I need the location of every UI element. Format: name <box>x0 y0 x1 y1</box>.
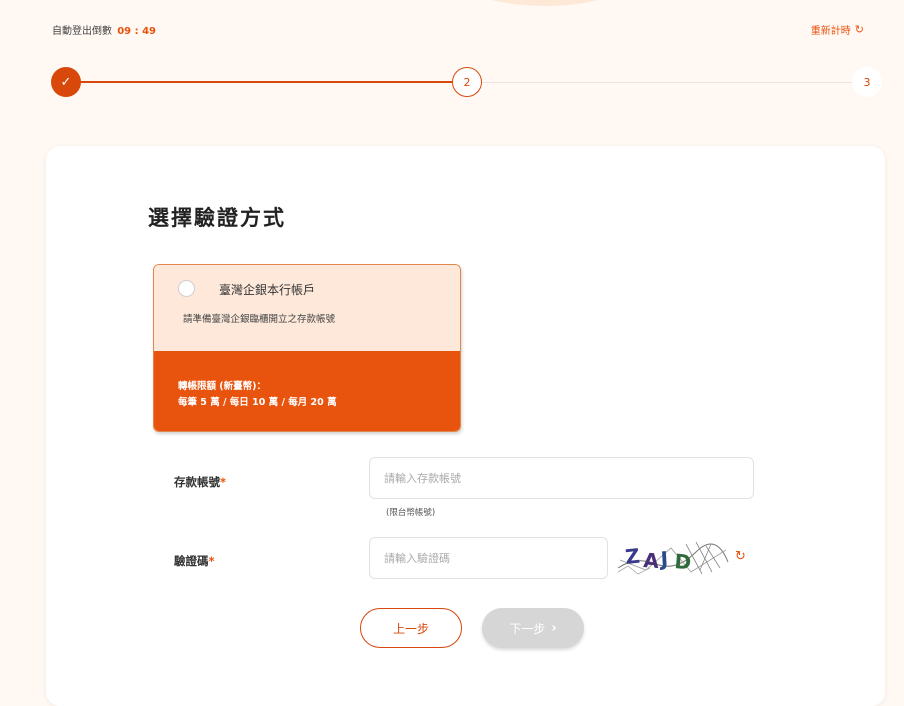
account-hint: (限台幣帳號) <box>386 508 436 518</box>
svg-text:D: D <box>674 549 693 574</box>
captcha-input[interactable] <box>369 537 608 579</box>
checkmark-icon: ✓ <box>60 74 72 90</box>
step-3-indicator: 3 <box>852 67 882 97</box>
auto-logout-timer: 自動登出倒數 09 : 49 <box>52 22 156 37</box>
svg-text:A: A <box>643 548 661 573</box>
option-name: 臺灣企銀本行帳戶 <box>219 283 316 297</box>
step-3-number: 3 <box>863 75 871 89</box>
required-mark: * <box>220 475 227 489</box>
option-limit-panel: 轉帳限額 (新臺幣)： 每筆 5 萬 / 每日 10 萬 / 每月 20 萬 <box>154 351 460 431</box>
account-input[interactable] <box>369 457 754 499</box>
stepper-line-pending <box>482 82 852 83</box>
svg-text:Z: Z <box>624 544 641 569</box>
captcha-refresh-icon[interactable]: ↻ <box>735 549 746 564</box>
prev-step-label: 上一步 <box>392 621 429 636</box>
step-1-indicator: ✓ <box>51 67 81 97</box>
reset-timer-button[interactable]: 重新計時 ↻ <box>811 22 864 37</box>
prev-step-button[interactable]: 上一步 <box>360 608 462 648</box>
reset-timer-label: 重新計時 <box>810 26 851 37</box>
timer-countdown: 09 : 49 <box>117 26 156 37</box>
svg-text:J: J <box>658 547 669 571</box>
header-decoration <box>440 0 650 6</box>
captcha-image: Z A J D <box>617 541 729 575</box>
timer-label: 自動登出倒數 <box>52 26 112 37</box>
page-title: 選擇驗證方式 <box>148 206 286 230</box>
next-step-label: 下一步 <box>509 621 546 636</box>
verification-card: 選擇驗證方式 臺灣企銀本行帳戶 請準備臺灣企銀臨櫃開立之存款帳號 轉帳限額 (新… <box>46 146 885 706</box>
account-label: 存款帳號* <box>174 474 226 490</box>
limit-value: 每筆 5 萬 / 每日 10 萬 / 每月 20 萬 <box>178 397 337 408</box>
chevron-right-icon: › <box>551 620 557 636</box>
stepper-line-complete <box>66 81 452 83</box>
captcha-label: 驗證碼* <box>174 553 215 569</box>
step-2-number: 2 <box>463 75 471 89</box>
next-step-button[interactable]: 下一步 › <box>482 608 584 648</box>
refresh-icon: ↻ <box>854 23 864 36</box>
option-description: 請準備臺灣企銀臨櫃開立之存款帳號 <box>183 314 336 325</box>
captcha-label-text: 驗證碼 <box>174 554 209 568</box>
option-header: 臺灣企銀本行帳戶 請準備臺灣企銀臨櫃開立之存款帳號 <box>154 265 460 351</box>
step-2-indicator: 2 <box>452 67 482 97</box>
verification-option-bank-account[interactable]: 臺灣企銀本行帳戶 請準備臺灣企銀臨櫃開立之存款帳號 轉帳限額 (新臺幣)： 每筆… <box>153 264 461 432</box>
option-radio[interactable] <box>178 280 195 297</box>
limit-label: 轉帳限額 (新臺幣)： <box>178 381 266 392</box>
required-mark: * <box>208 554 215 568</box>
account-label-text: 存款帳號 <box>174 475 220 489</box>
